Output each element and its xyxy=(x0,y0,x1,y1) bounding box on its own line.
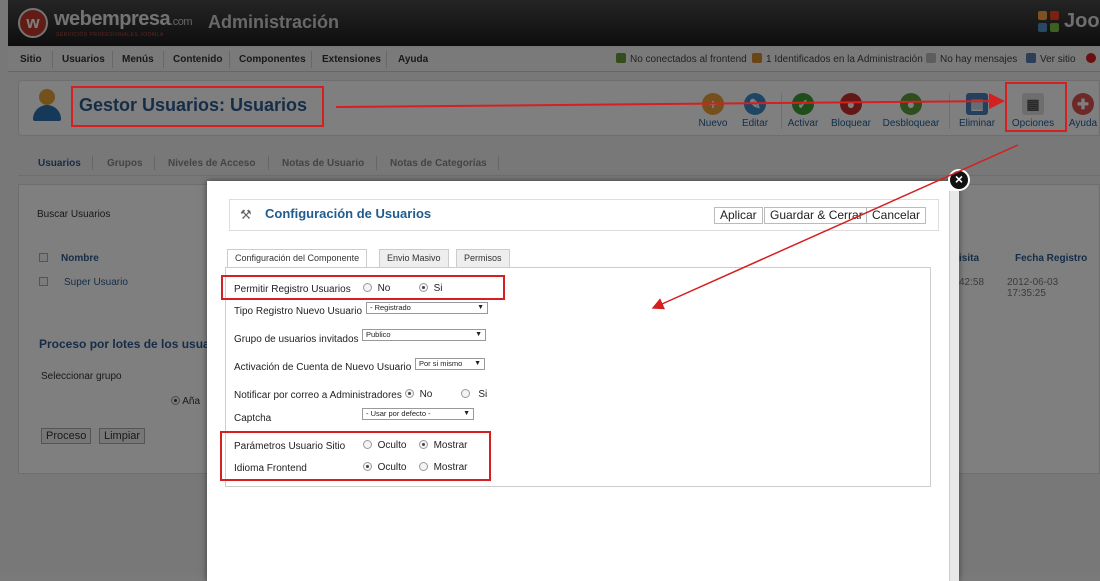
arrow-options-to-modal xyxy=(651,144,1019,310)
annotation-arrows xyxy=(335,93,1019,310)
arrow-title-to-options xyxy=(335,93,1005,110)
